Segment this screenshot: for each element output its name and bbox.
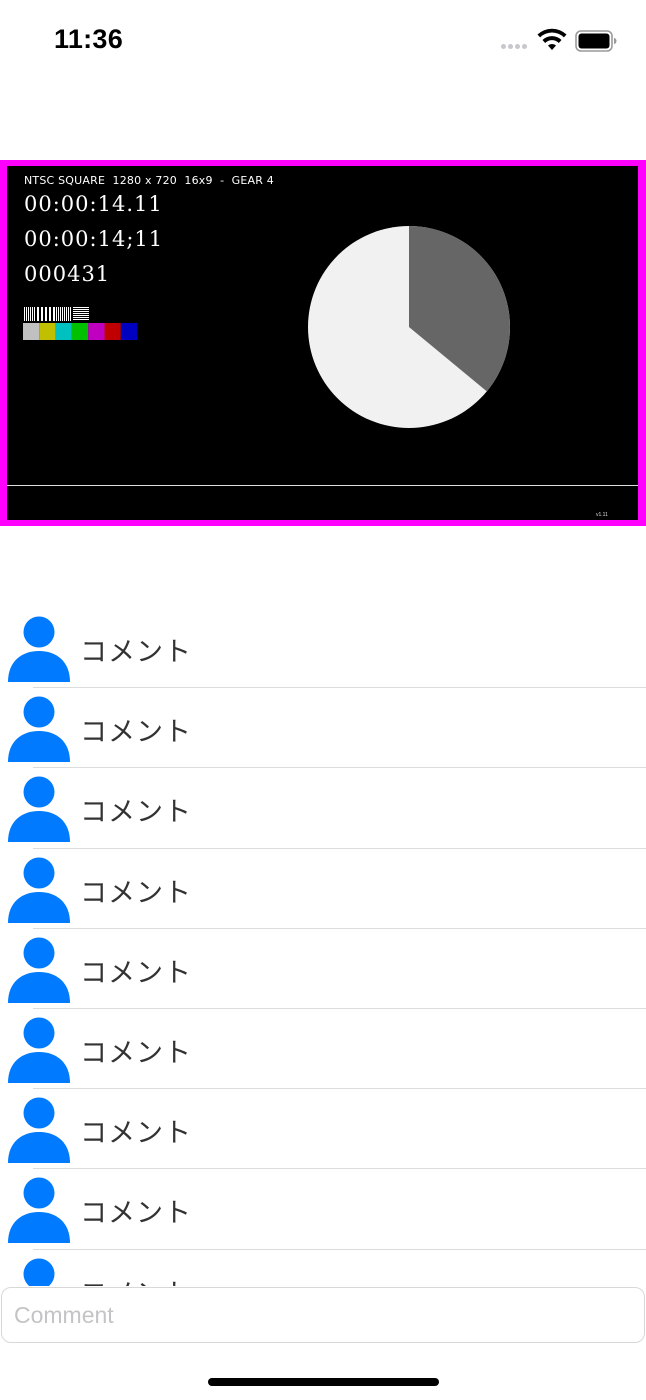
person-icon: [8, 776, 72, 843]
person-icon: [8, 857, 72, 923]
comment-row[interactable]: コメント: [0, 849, 646, 929]
timecode-primary: 00:00:14.11: [24, 192, 163, 216]
color-bar: [120, 323, 137, 340]
comment-row[interactable]: コメント: [0, 1169, 646, 1250]
progress-pie: [308, 226, 510, 428]
comment-row[interactable]: コメント: [0, 929, 646, 1009]
comment-row[interactable]: コメント: [0, 1250, 646, 1287]
wifi-icon: [537, 28, 567, 50]
comment-row[interactable]: コメント: [0, 1089, 646, 1170]
color-bar: [71, 323, 89, 340]
video-divider: [7, 485, 638, 486]
battery-icon: [575, 30, 617, 52]
color-bar: [23, 323, 40, 340]
person-icon: [8, 696, 72, 763]
comment-text: コメント: [80, 717, 192, 749]
comment-text: コメント: [80, 1272, 192, 1287]
comment-row[interactable]: コメント: [0, 768, 646, 849]
color-bar: [104, 323, 121, 340]
video-corner-text: v1.11: [596, 512, 608, 518]
home-indicator[interactable]: [208, 1378, 439, 1386]
comment-text: コメント: [80, 797, 192, 829]
person-icon: [8, 1258, 72, 1286]
timecode-dropframe: 00:00:14;11: [24, 227, 164, 251]
color-bar: [39, 323, 56, 340]
comment-text: コメント: [80, 637, 192, 668]
cellular-signal-icon: [501, 44, 531, 50]
person-icon: [8, 1017, 72, 1083]
video-player[interactable]: NTSC SQUARE 1280 x 720 16x9 - GEAR 4 00:…: [0, 160, 646, 526]
comment-row[interactable]: コメント: [0, 1009, 646, 1090]
test-pattern-bars: [23, 306, 137, 340]
comment-row[interactable]: コメント: [0, 688, 646, 769]
person-icon: [8, 1177, 72, 1244]
person-icon: [8, 1097, 72, 1164]
comment-text: コメント: [80, 877, 192, 909]
comment-text: コメント: [80, 1118, 192, 1150]
person-icon: [8, 616, 72, 682]
resolution-pattern: [23, 306, 89, 322]
comment-row[interactable]: コメント: [0, 608, 646, 689]
video-info-text: NTSC SQUARE 1280 x 720 16x9 - GEAR 4: [24, 174, 274, 187]
person-icon: [8, 937, 72, 1003]
comment-text: コメント: [80, 1037, 192, 1069]
status-time: 11:36: [54, 24, 124, 54]
comment-list[interactable]: コメント コメント コメント コメント コメント コメント コメント コメント …: [0, 608, 646, 1286]
comment-text: コメント: [80, 957, 192, 989]
frame-counter: 000431: [24, 262, 111, 286]
status-bar: 11:36: [0, 0, 646, 84]
video-screen[interactable]: NTSC SQUARE 1280 x 720 16x9 - GEAR 4 00:…: [7, 166, 638, 520]
color-bar: [88, 323, 105, 340]
color-bar: [55, 323, 72, 340]
comment-input[interactable]: [1, 1287, 645, 1343]
comment-text: コメント: [80, 1198, 192, 1230]
